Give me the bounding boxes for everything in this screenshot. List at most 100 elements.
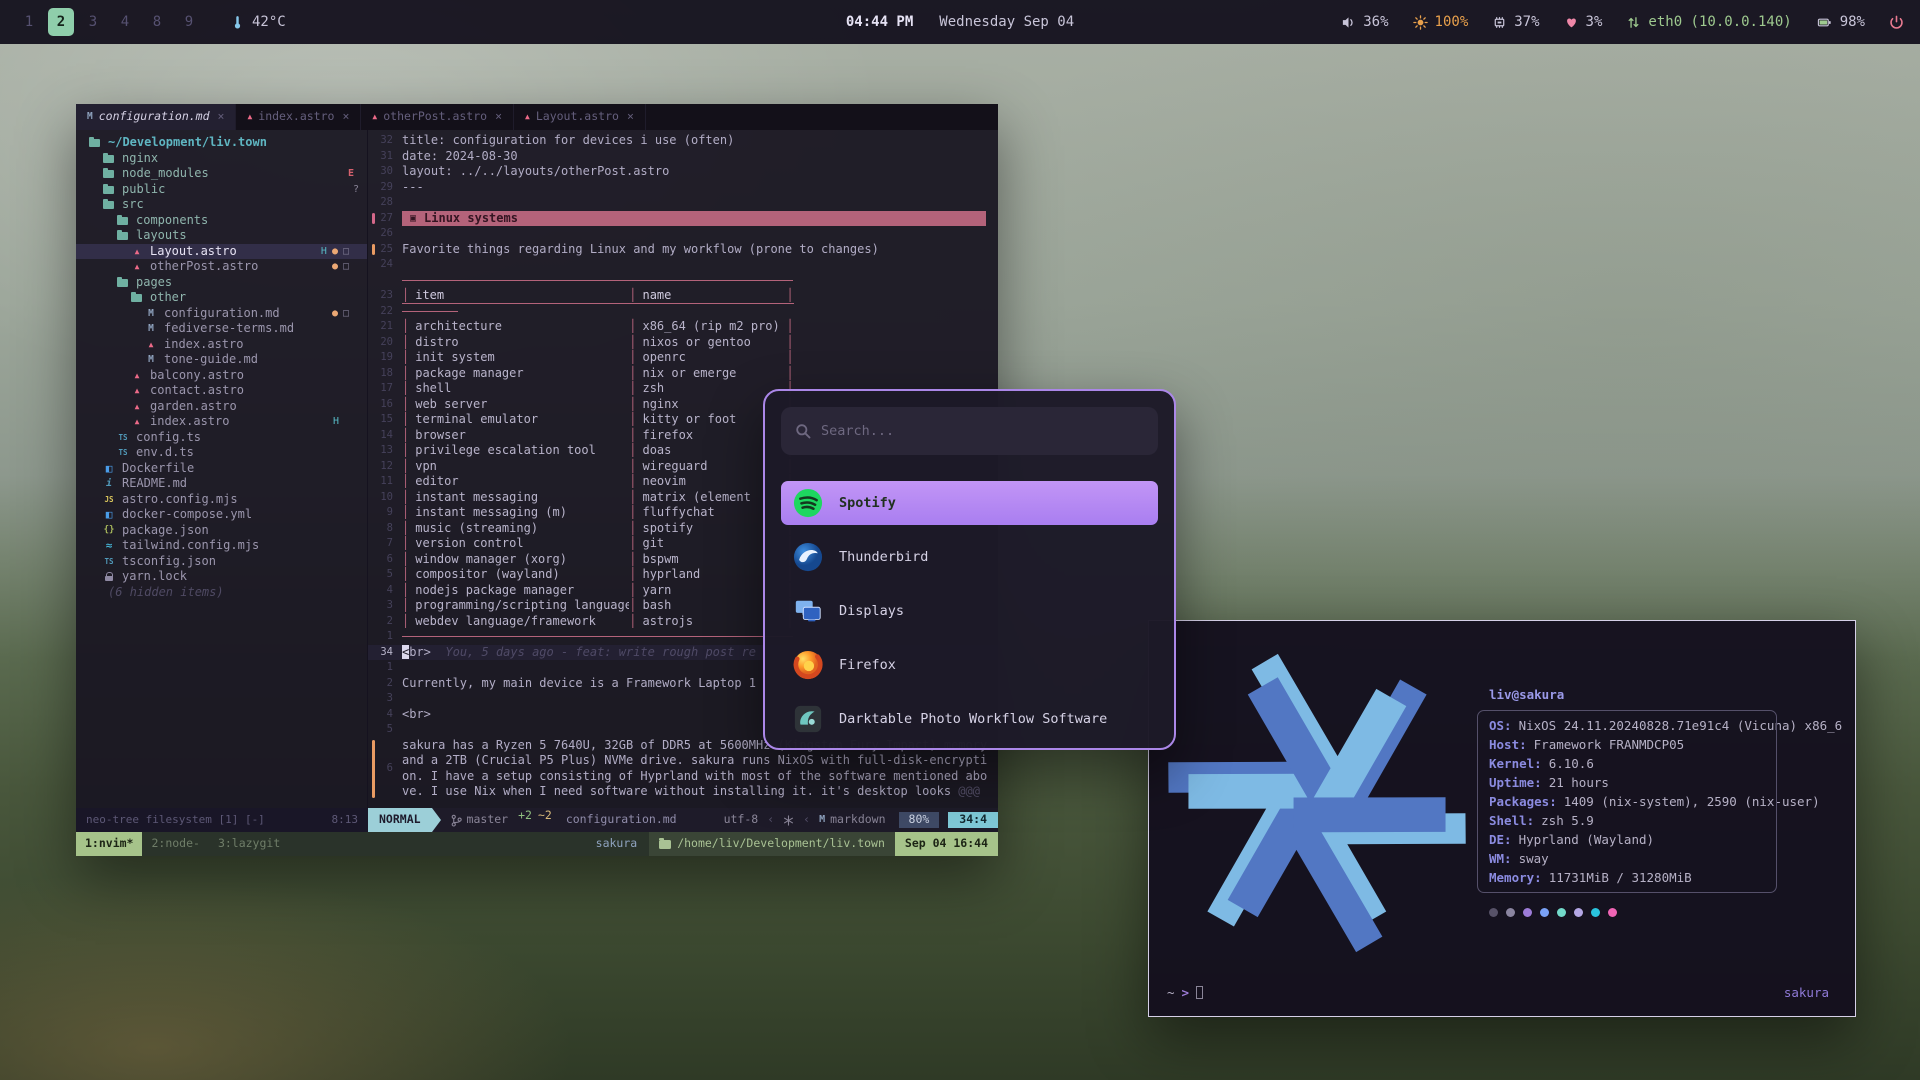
temperature-module[interactable]: 42°C — [230, 14, 286, 30]
tree-item[interactable]: yarn.lock — [76, 569, 367, 585]
terminal-cursor — [1196, 986, 1203, 999]
fetch-info-line: Packages:1409 (nix-system), 2590 (nix-us… — [1489, 792, 1842, 811]
tree-item-label: balcony.astro — [150, 368, 244, 384]
launcher-item-displays[interactable]: Displays — [781, 589, 1158, 633]
tree-item-label: Layout.astro — [150, 244, 237, 260]
palette-dot — [1608, 908, 1617, 917]
brightness-module[interactable]: 100% — [1413, 14, 1469, 30]
memory-module[interactable]: 37% — [1492, 14, 1539, 30]
tab-label: Layout.astro — [536, 109, 619, 125]
search-input[interactable] — [821, 423, 1144, 439]
editor-tab[interactable]: ▲ index.astro × — [236, 104, 361, 130]
tree-item[interactable]: src — [76, 197, 367, 213]
workspace-button[interactable]: 1 — [16, 8, 42, 36]
tree-item-label: other — [150, 290, 186, 306]
tree-item[interactable]: JS astro.config.mjs — [76, 492, 367, 508]
tree-item[interactable]: node_modules E — [76, 166, 367, 182]
workspace-button[interactable]: 3 — [80, 8, 106, 36]
editor-tab[interactable]: ▲ otherPost.astro × — [361, 104, 514, 130]
sun-icon — [1413, 15, 1428, 30]
close-icon[interactable]: × — [342, 109, 349, 125]
volume-module[interactable]: 36% — [1341, 14, 1388, 30]
tree-item[interactable]: ◧ docker-compose.yml — [76, 507, 367, 523]
tree-item[interactable]: ▲ index.astro H — [76, 414, 367, 430]
network-module[interactable]: eth0 (10.0.0.140) — [1626, 14, 1791, 30]
tree-item[interactable]: layouts — [76, 228, 367, 244]
workspace-button[interactable]: 9 — [176, 8, 202, 36]
tree-item[interactable]: ▲ otherPost.astro ●□ — [76, 259, 367, 275]
tmux-window[interactable]: 1:nvim* — [76, 832, 142, 856]
tree-item[interactable]: M fediverse-terms.md — [76, 321, 367, 337]
tree-item[interactable]: other — [76, 290, 367, 306]
launcher-item-spotify[interactable]: Spotify — [781, 481, 1158, 525]
tree-item[interactable]: ▲ contact.astro — [76, 383, 367, 399]
tree-item[interactable]: ◧ Dockerfile — [76, 461, 367, 477]
launcher-item-darktable[interactable]: Darktable Photo Workflow Software — [781, 697, 1158, 741]
file-icon: ▲ — [130, 414, 144, 429]
tree-item[interactable]: public ? — [76, 182, 367, 198]
terminal-window[interactable]: liv@sakura OS:NixOS 24.11.20240828.71e91… — [1148, 620, 1856, 1017]
battery-icon — [1816, 15, 1833, 30]
tab-label: index.astro — [258, 109, 334, 125]
launcher-item-thunderbird[interactable]: Thunderbird — [781, 535, 1158, 579]
workspace-button[interactable]: 4 — [112, 8, 138, 36]
cpu-module[interactable]: 3% — [1564, 14, 1603, 30]
tree-item[interactable]: M tone-guide.md — [76, 352, 367, 368]
tree-item-label: pages — [136, 275, 172, 291]
tree-item-label: package.json — [122, 523, 209, 539]
neo-tree-panel[interactable]: ~/Development/liv.town nginx node_module… — [76, 130, 368, 808]
file-icon: ▲ — [144, 337, 158, 352]
tree-item[interactable]: M configuration.md ●□ — [76, 306, 367, 322]
editor-tab[interactable]: M configuration.md × — [76, 104, 236, 130]
launcher-item-firefox[interactable]: Firefox — [781, 643, 1158, 687]
tmux-window[interactable]: 2:node- — [142, 832, 208, 856]
markdown-heading-icon: ▣ — [410, 211, 416, 227]
tree-item-label: nginx — [122, 151, 158, 167]
tree-item[interactable]: ≈ tailwind.config.mjs — [76, 538, 367, 554]
file-icon: M — [144, 306, 158, 321]
tree-item[interactable]: components — [76, 213, 367, 229]
tree-item-label: config.ts — [136, 430, 201, 446]
tree-item-label: public — [122, 182, 165, 198]
tree-item[interactable]: ▲ index.astro — [76, 337, 367, 353]
close-icon[interactable]: × — [495, 109, 502, 125]
tree-root[interactable]: ~/Development/liv.town — [76, 135, 367, 151]
file-icon: ▲ — [130, 368, 144, 383]
app-launcher[interactable]: Spotify Thunderbird Displ — [763, 389, 1176, 750]
tree-item[interactable]: nginx — [76, 151, 367, 167]
tree-item[interactable]: ▲ balcony.astro — [76, 368, 367, 384]
tree-item[interactable]: i README.md — [76, 476, 367, 492]
tree-item[interactable]: TS tsconfig.json — [76, 554, 367, 570]
tree-item[interactable]: ▲ Layout.astro H●□ — [76, 244, 367, 260]
clock-module[interactable]: 04:44 PM Wednesday Sep 04 — [846, 14, 1074, 30]
file-icon: JS — [102, 492, 116, 507]
tree-item[interactable]: pages — [76, 275, 367, 291]
shell-prompt[interactable]: ~ > — [1167, 983, 1203, 1002]
tree-item-label: configuration.md — [164, 306, 280, 322]
tmux-window[interactable]: 3:lazygit — [209, 832, 289, 856]
close-icon[interactable]: × — [218, 109, 225, 125]
tree-item-badges: H●□ — [321, 244, 359, 260]
tree-item[interactable]: TS env.d.ts — [76, 445, 367, 461]
tree-item[interactable]: {} package.json — [76, 523, 367, 539]
tree-item-badges: ●□ — [327, 259, 359, 275]
editor-tab[interactable]: ▲ Layout.astro × — [514, 104, 646, 130]
firefox-icon — [793, 650, 823, 680]
tree-item[interactable]: ▲ garden.astro — [76, 399, 367, 415]
table-col-header: item — [409, 288, 629, 304]
speaker-icon — [1341, 15, 1356, 30]
battery-module[interactable]: 98% — [1816, 14, 1865, 30]
editor-line: 29 --- — [368, 180, 998, 196]
git-blame-text: You, 5 days ago - feat: write rough post… — [431, 645, 756, 659]
search-icon — [795, 423, 811, 439]
tree-item-label: otherPost.astro — [150, 259, 258, 275]
close-icon[interactable]: × — [627, 109, 634, 125]
fetch-info-line: Shell:zsh 5.9 — [1489, 811, 1842, 830]
palette-dot — [1591, 908, 1600, 917]
power-button[interactable] — [1889, 15, 1904, 30]
workspace-button[interactable]: 2 — [48, 8, 74, 36]
tree-item[interactable]: TS config.ts — [76, 430, 367, 446]
vim-mode: NORMAL — [368, 808, 432, 832]
workspace-button[interactable]: 8 — [144, 8, 170, 36]
palette-dot — [1540, 908, 1549, 917]
